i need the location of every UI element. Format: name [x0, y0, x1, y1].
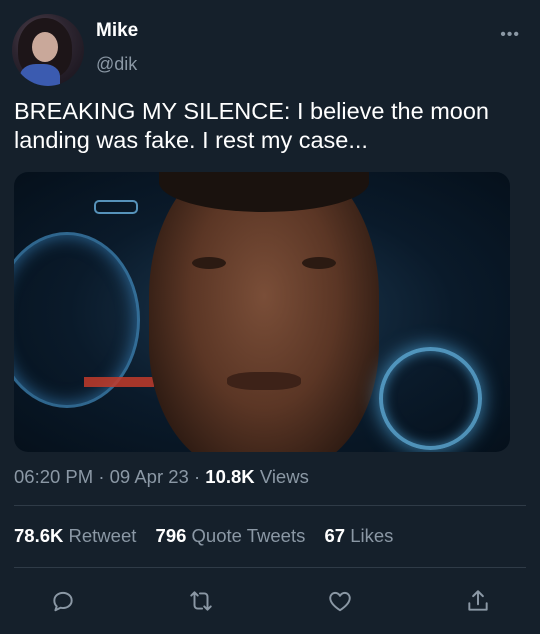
tweet-image[interactable] — [14, 172, 510, 452]
portrait-head — [149, 172, 379, 452]
share-icon[interactable] — [465, 588, 491, 614]
likes-stat[interactable]: 67 Likes — [325, 525, 394, 546]
hud-circle-right — [379, 347, 482, 450]
author-handle[interactable]: @dik — [96, 54, 137, 75]
portrait-mouth — [227, 372, 301, 390]
quotes-count: 796 — [155, 525, 187, 546]
retweets-label: Retweet — [68, 525, 137, 546]
quotes-stat[interactable]: 796 Quote Tweets — [156, 525, 306, 546]
quotes-label: Quote Tweets — [191, 525, 306, 546]
meta-separator: · — [93, 466, 110, 487]
avatar[interactable] — [12, 14, 84, 86]
hud-bar — [94, 200, 138, 214]
tweet-meta: 06:20 PM · 09 Apr 23 · 10.8K Views — [14, 466, 309, 488]
divider — [14, 505, 526, 506]
views-count: 10.8K — [205, 466, 255, 487]
views-label: Views — [259, 466, 309, 487]
likes-count: 67 — [324, 525, 346, 546]
tweet-time[interactable]: 06:20 PM — [14, 466, 93, 487]
tweet-actions — [0, 588, 540, 614]
retweet-icon[interactable] — [188, 588, 214, 614]
meta-separator: · — [188, 466, 206, 487]
hud-red-bar — [84, 377, 154, 387]
tweet-date[interactable]: 09 Apr 23 — [110, 466, 189, 487]
avatar-face — [32, 32, 58, 62]
portrait-eye-left — [192, 257, 226, 269]
retweets-stat[interactable]: 78.6K Retweet — [14, 525, 136, 546]
avatar-shirt — [20, 64, 60, 86]
retweets-count: 78.6K — [14, 525, 64, 546]
tweet-stats: 78.6K Retweet 796 Quote Tweets 67 Likes — [14, 525, 393, 547]
reply-icon[interactable] — [50, 588, 76, 614]
like-icon[interactable] — [327, 588, 353, 614]
tweet-text: BREAKING MY SILENCE: I believe the moon … — [14, 98, 489, 153]
author-name[interactable]: Mike — [96, 20, 138, 42]
portrait-eye-right — [302, 257, 336, 269]
more-options-icon[interactable]: ••• — [500, 26, 520, 44]
divider — [14, 567, 526, 568]
tweet: Mike @dik ••• BREAKING MY SILENCE: I bel… — [0, 0, 540, 634]
likes-label: Likes — [350, 525, 394, 546]
